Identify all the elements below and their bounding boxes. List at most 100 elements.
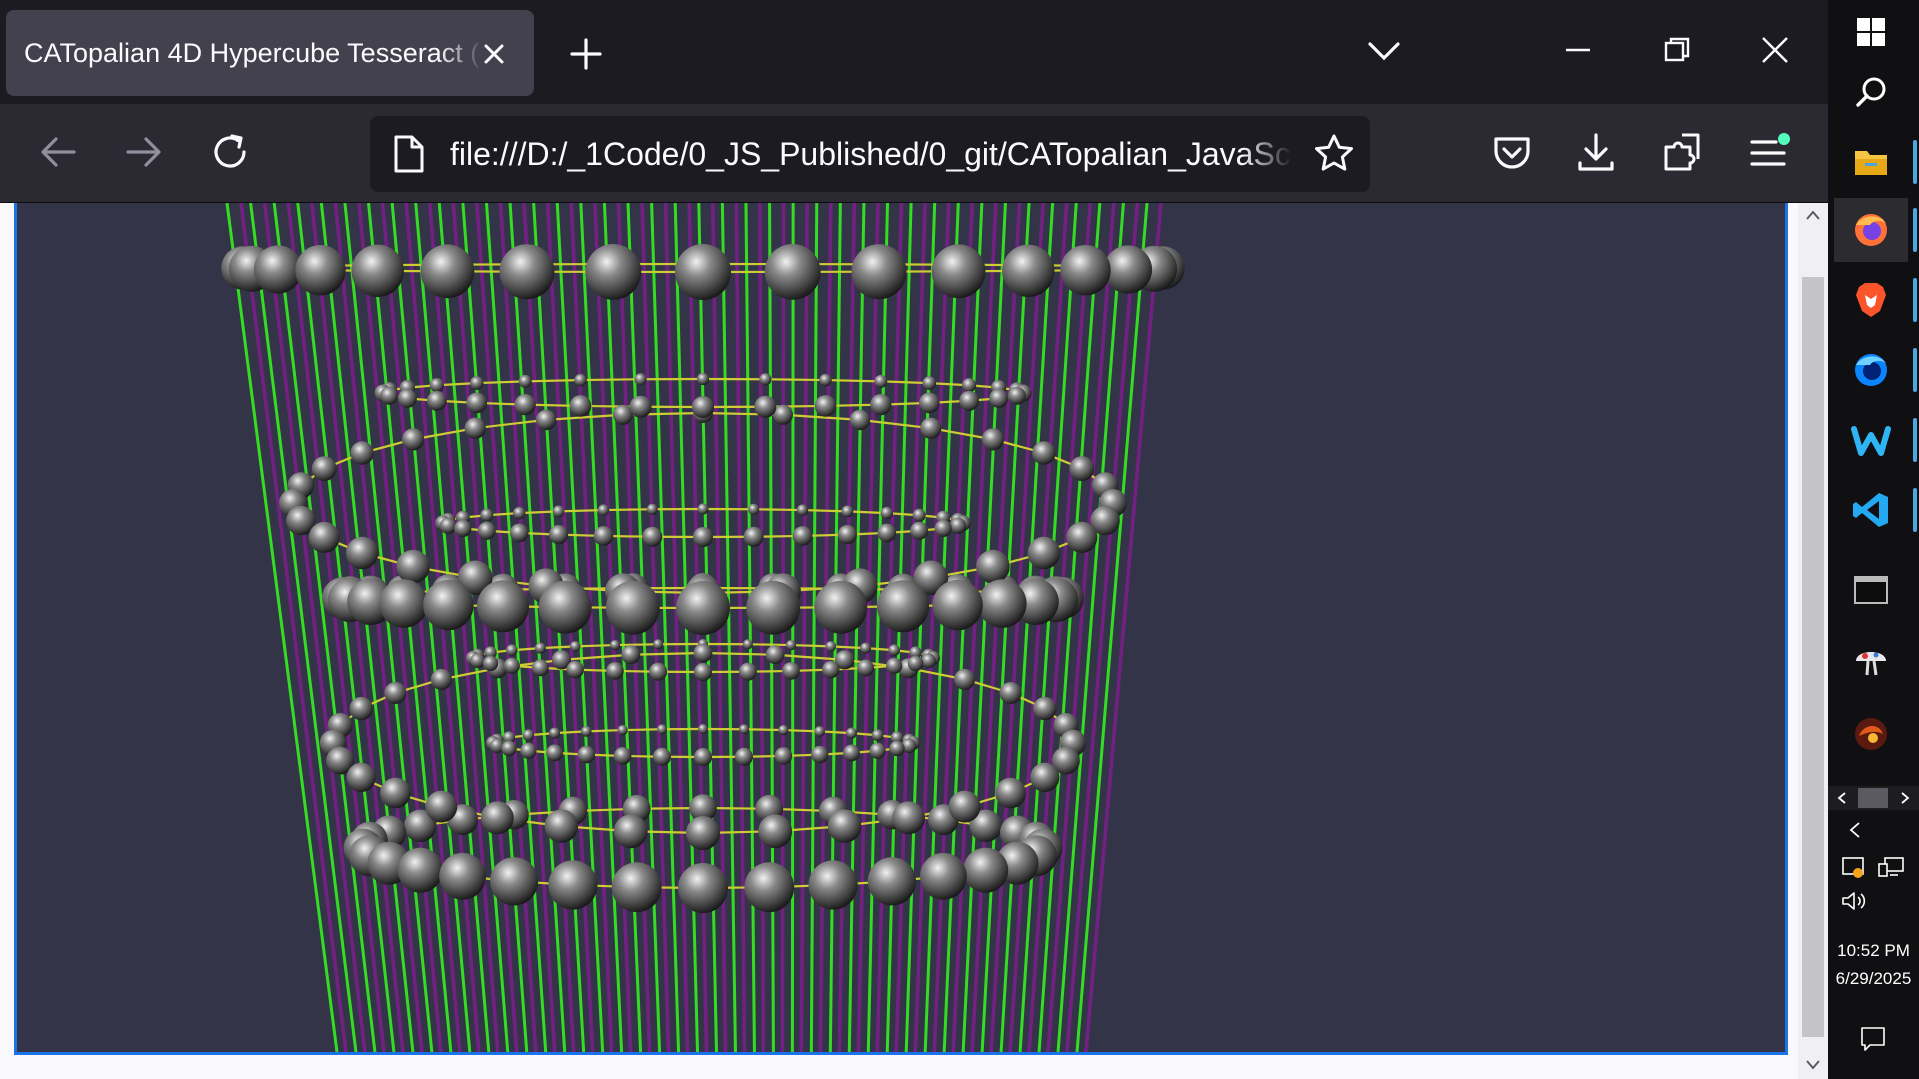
pocket-icon[interactable] xyxy=(1490,131,1534,175)
taskbar-brave[interactable] xyxy=(1834,268,1908,332)
vertex-sphere xyxy=(569,641,581,652)
back-icon[interactable] xyxy=(36,130,80,174)
download-icon[interactable] xyxy=(1574,131,1618,175)
network-icon[interactable] xyxy=(1877,856,1905,880)
vertex-sphere xyxy=(534,642,546,654)
taskbar-wordweb[interactable] xyxy=(1834,408,1908,472)
vertex-sphere xyxy=(949,517,967,534)
edge xyxy=(580,378,641,382)
game-icon xyxy=(1855,718,1887,750)
edge xyxy=(622,728,663,732)
close-tab-icon[interactable] xyxy=(478,38,510,70)
vertex-sphere xyxy=(546,744,563,762)
edge xyxy=(743,728,784,732)
vertex-sphere xyxy=(934,519,952,537)
chevron-right-icon[interactable] xyxy=(1899,792,1911,804)
taskbar-file-explorer[interactable] xyxy=(1834,130,1908,194)
tray-scroll-thumb[interactable] xyxy=(1858,788,1888,808)
vertex-sphere xyxy=(481,801,514,835)
scroll-down-icon[interactable] xyxy=(1805,1059,1821,1071)
vertex-sphere xyxy=(857,659,874,677)
w-icon xyxy=(1851,426,1891,456)
minimize-icon[interactable] xyxy=(1558,30,1598,70)
vertex-sphere xyxy=(380,777,411,809)
chevron-left-icon[interactable] xyxy=(1836,792,1848,804)
clock-time[interactable]: 10:52 PM xyxy=(1828,940,1919,962)
vertex-sphere xyxy=(657,724,667,735)
vertex-sphere xyxy=(649,662,668,681)
taskbar-search-button[interactable] xyxy=(1834,60,1908,124)
vertex-sphere xyxy=(782,662,800,680)
vertex-sphere xyxy=(742,639,753,650)
vertex-sphere xyxy=(785,640,797,651)
taskbar-terminal[interactable] xyxy=(1834,558,1908,622)
edge xyxy=(734,203,747,1052)
forward-icon[interactable] xyxy=(122,130,166,174)
address-bar[interactable]: file:///D:/_1Code/0_JS_Published/0_git/C… xyxy=(370,116,1370,192)
vertex-sphere xyxy=(379,579,429,628)
vertex-sphere xyxy=(538,580,592,634)
vertex-sphere xyxy=(593,526,614,546)
page-viewport xyxy=(0,203,1828,1079)
puzzle-icon[interactable] xyxy=(1660,131,1704,175)
page-scrollbar[interactable] xyxy=(1798,203,1828,1079)
vertex-sphere xyxy=(759,373,772,386)
vertex-sphere xyxy=(499,244,555,300)
vertex-sphere xyxy=(513,506,526,520)
vertex-sphere xyxy=(311,456,337,481)
clock-date[interactable]: 6/29/2025 xyxy=(1828,968,1919,990)
hamburger-icon[interactable] xyxy=(1746,131,1790,175)
new-tab-icon[interactable] xyxy=(566,34,606,74)
scroll-thumb[interactable] xyxy=(1802,277,1824,1037)
tesseract-scene[interactable] xyxy=(17,203,1785,1052)
restore-icon[interactable] xyxy=(1657,30,1697,70)
update-tray-icon[interactable] xyxy=(1841,856,1867,880)
vertex-sphere xyxy=(871,729,884,741)
vertex-sphere xyxy=(778,725,789,736)
vertex-sphere xyxy=(932,579,983,631)
vertex-sphere xyxy=(629,395,652,418)
vertex-sphere xyxy=(841,505,854,518)
vertex-sphere xyxy=(837,525,858,545)
vertex-sphere xyxy=(748,503,760,515)
taskbar-vscode[interactable] xyxy=(1834,478,1908,542)
scroll-up-icon[interactable] xyxy=(1805,209,1821,221)
vertex-sphere xyxy=(569,395,592,417)
vertex-sphere xyxy=(1007,386,1026,405)
tesseract-canvas[interactable] xyxy=(14,203,1788,1055)
edge xyxy=(765,378,826,382)
edge xyxy=(1075,203,1149,1052)
vertex-sphere xyxy=(634,373,647,386)
taskbar-app-mushroom[interactable] xyxy=(1834,630,1908,694)
vertex-sphere xyxy=(351,244,404,297)
taskbar-firefox-developer[interactable] xyxy=(1834,338,1908,402)
tray-scroller[interactable] xyxy=(1828,786,1919,810)
vertex-sphere xyxy=(693,643,713,663)
tab-active[interactable]: CATopalian 4D Hypercube Tesseract ( xyxy=(6,10,534,96)
notification-center-icon[interactable] xyxy=(1860,1026,1886,1052)
taskbar-firefox[interactable] xyxy=(1834,198,1908,262)
vertex-sphere xyxy=(920,852,967,900)
vertex-sphere xyxy=(921,653,936,669)
firefox-dev-icon xyxy=(1855,354,1887,386)
folder-icon xyxy=(1855,151,1887,175)
show-hidden-icons-chevron-icon[interactable] xyxy=(1847,821,1863,839)
url-text[interactable]: file:///D:/_1Code/0_JS_Published/0_git/C… xyxy=(450,134,1292,174)
star-icon[interactable] xyxy=(1312,132,1356,176)
windows-start-button[interactable] xyxy=(1834,0,1908,64)
search-icon xyxy=(1856,77,1886,107)
edge xyxy=(476,380,526,385)
close-window-icon[interactable] xyxy=(1755,30,1795,70)
reload-icon[interactable] xyxy=(208,130,252,174)
vertex-sphere xyxy=(464,417,486,439)
vertex-sphere xyxy=(552,505,565,518)
taskbar-app-game[interactable] xyxy=(1834,702,1908,766)
vertex-sphere xyxy=(581,726,592,737)
chevron-down-icon[interactable] xyxy=(1364,34,1404,70)
vertex-sphere xyxy=(425,790,458,823)
volume-icon[interactable] xyxy=(1841,890,1867,912)
vertex-sphere xyxy=(959,390,979,411)
vertex-sphere xyxy=(886,657,903,674)
vertex-sphere xyxy=(501,740,517,757)
vertex-sphere xyxy=(877,580,929,633)
